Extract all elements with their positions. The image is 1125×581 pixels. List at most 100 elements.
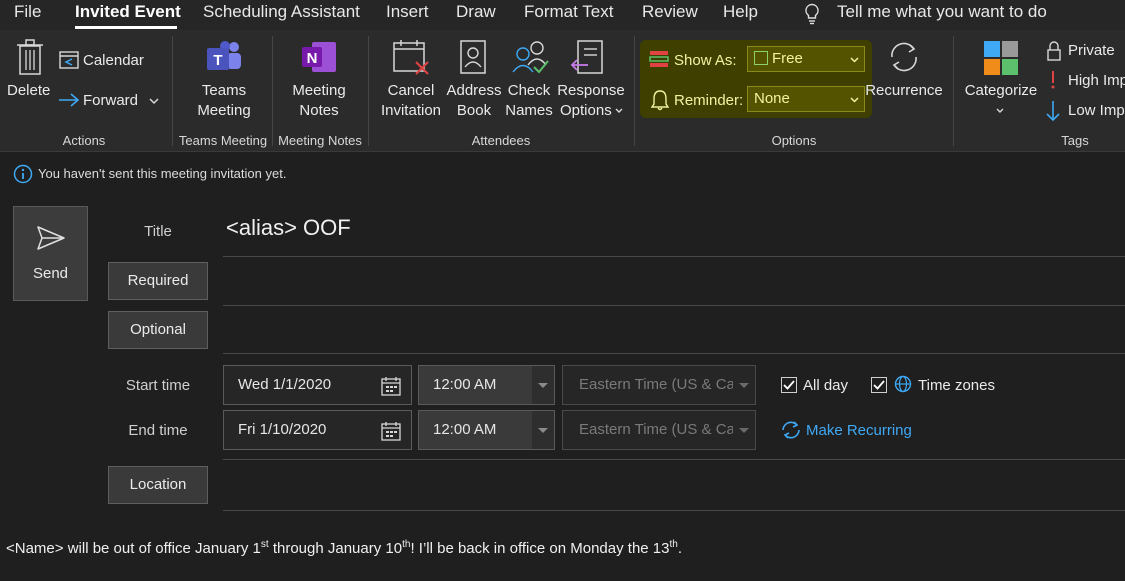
- free-status-swatch: [754, 51, 768, 65]
- onenote-icon: N: [302, 42, 336, 72]
- chevron-down-icon: [538, 383, 548, 388]
- required-button[interactable]: Required: [108, 262, 208, 300]
- reminder-value: None: [754, 90, 790, 107]
- divider: [634, 36, 635, 146]
- meeting-notes-line1[interactable]: Meeting: [276, 82, 362, 99]
- response-options-icon: [570, 40, 603, 74]
- delete-button[interactable]: Delete: [7, 82, 50, 99]
- svg-text:T: T: [213, 52, 222, 69]
- group-tags-label: Tags: [1061, 133, 1089, 148]
- end-time-dropdown[interactable]: 12:00 AM: [418, 410, 555, 450]
- recurrence-icon: [891, 42, 917, 72]
- ordinal-suffix: th: [669, 539, 678, 550]
- ordinal-suffix: st: [260, 539, 269, 550]
- title-label: Title: [144, 223, 172, 240]
- teams-meeting-line2[interactable]: Meeting: [180, 102, 268, 119]
- response-options-line1[interactable]: Response: [556, 82, 626, 99]
- high-importance-button[interactable]: High Imp: [1068, 72, 1125, 89]
- send-button[interactable]: Send: [13, 206, 88, 301]
- start-date-value: Wed 1/1/2020: [238, 376, 332, 393]
- private-button[interactable]: Private: [1068, 42, 1115, 59]
- info-message: You haven't sent this meeting invitation…: [38, 166, 287, 181]
- divider: [953, 36, 954, 146]
- check-names-icon: [512, 41, 549, 74]
- optional-field[interactable]: [223, 311, 1125, 351]
- check-names-line1[interactable]: Check: [504, 82, 554, 99]
- tab-invited-event[interactable]: Invited Event: [75, 2, 181, 22]
- tell-me-search[interactable]: Tell me what you want to do: [837, 2, 1047, 22]
- all-day-checkbox[interactable]: [781, 377, 797, 393]
- chevron-down-icon: [850, 97, 859, 103]
- divider: [368, 36, 369, 146]
- title-input[interactable]: <alias> OOF: [226, 215, 351, 241]
- globe-icon: [894, 375, 912, 393]
- calendar-picker-icon[interactable]: [381, 421, 401, 441]
- cancel-invitation-line2[interactable]: Invitation: [376, 102, 446, 119]
- all-day-label[interactable]: All day: [803, 377, 848, 394]
- svg-text:N: N: [307, 50, 318, 67]
- tab-scheduling-assistant[interactable]: Scheduling Assistant: [203, 2, 360, 22]
- show-as-value: Free: [772, 50, 803, 67]
- optional-field-underline: [223, 353, 1125, 354]
- address-book-line1[interactable]: Address: [444, 82, 504, 99]
- send-label: Send: [32, 265, 69, 282]
- required-field-underline: [223, 305, 1125, 306]
- body-text-part: ! I’ll be back in office on Monday the 1…: [410, 540, 670, 557]
- chevron-down-icon[interactable]: [149, 97, 159, 105]
- tab-help[interactable]: Help: [723, 2, 758, 22]
- teams-icon: T: [207, 41, 241, 70]
- chevron-down-icon: [538, 428, 548, 433]
- reminder-dropdown[interactable]: None: [747, 86, 865, 112]
- end-date-value: Fri 1/10/2020: [238, 421, 327, 438]
- required-field[interactable]: [223, 262, 1125, 302]
- show-as-label: Show As:: [674, 52, 737, 69]
- meeting-notes-line2[interactable]: Notes: [276, 102, 362, 119]
- tab-draw[interactable]: Draw: [456, 2, 496, 22]
- recurrence-button[interactable]: Recurrence: [864, 82, 944, 99]
- recurring-icon: [782, 421, 800, 439]
- time-zones-label[interactable]: Time zones: [918, 377, 995, 394]
- check-names-line2[interactable]: Names: [502, 102, 556, 119]
- title-underline: [223, 256, 1125, 257]
- chevron-down-icon[interactable]: [996, 107, 1004, 114]
- teams-meeting-line1[interactable]: Teams: [180, 82, 268, 99]
- show-as-dropdown[interactable]: Free: [747, 46, 865, 72]
- end-date-field[interactable]: Fri 1/10/2020: [223, 410, 412, 450]
- tab-insert[interactable]: Insert: [386, 2, 429, 22]
- response-options-line2[interactable]: Options: [560, 102, 612, 119]
- low-importance-button[interactable]: Low Imp: [1068, 102, 1125, 119]
- calendar-picker-icon[interactable]: [381, 376, 401, 396]
- body-text-part: <Name> will be out of office January 1: [6, 540, 261, 557]
- tab-review[interactable]: Review: [642, 2, 698, 22]
- chevron-down-icon[interactable]: [615, 107, 623, 114]
- calendar-button[interactable]: Calendar: [83, 52, 144, 69]
- location-field[interactable]: [223, 466, 1125, 506]
- tab-file[interactable]: File: [14, 2, 41, 22]
- group-attendees-label: Attendees: [471, 133, 531, 148]
- optional-button[interactable]: Optional: [108, 311, 208, 349]
- address-book-line2[interactable]: Book: [444, 102, 504, 119]
- time-zones-checkbox[interactable]: [871, 377, 887, 393]
- checkmark-icon: [873, 380, 885, 390]
- end-timezone-dropdown[interactable]: Eastern Time (US & Canada): [562, 410, 756, 450]
- group-options-label: Options: [771, 133, 817, 148]
- make-recurring-link[interactable]: Make Recurring: [806, 422, 912, 439]
- send-icon: [37, 226, 65, 250]
- start-date-field[interactable]: Wed 1/1/2020: [223, 365, 412, 405]
- checkmark-icon: [783, 380, 795, 390]
- start-time-dropdown[interactable]: 12:00 AM: [418, 365, 555, 405]
- message-body[interactable]: <Name> will be out of office January 1st…: [6, 539, 682, 557]
- active-tab-indicator: [75, 26, 177, 29]
- low-importance-icon: [1046, 101, 1060, 122]
- location-button[interactable]: Location: [108, 466, 208, 504]
- group-actions-label: Actions: [62, 133, 106, 148]
- start-timezone-dropdown[interactable]: Eastern Time (US & Canada): [562, 365, 756, 405]
- categorize-button[interactable]: Categorize: [961, 82, 1041, 99]
- forward-button[interactable]: Forward: [83, 92, 138, 109]
- divider: [172, 36, 173, 146]
- cancel-invitation-line1[interactable]: Cancel: [378, 82, 444, 99]
- start-time-label: Start time: [125, 377, 191, 394]
- end-time-value: 12:00 AM: [433, 421, 497, 438]
- cancel-invitation-icon: [393, 40, 429, 75]
- tab-format-text[interactable]: Format Text: [524, 2, 613, 22]
